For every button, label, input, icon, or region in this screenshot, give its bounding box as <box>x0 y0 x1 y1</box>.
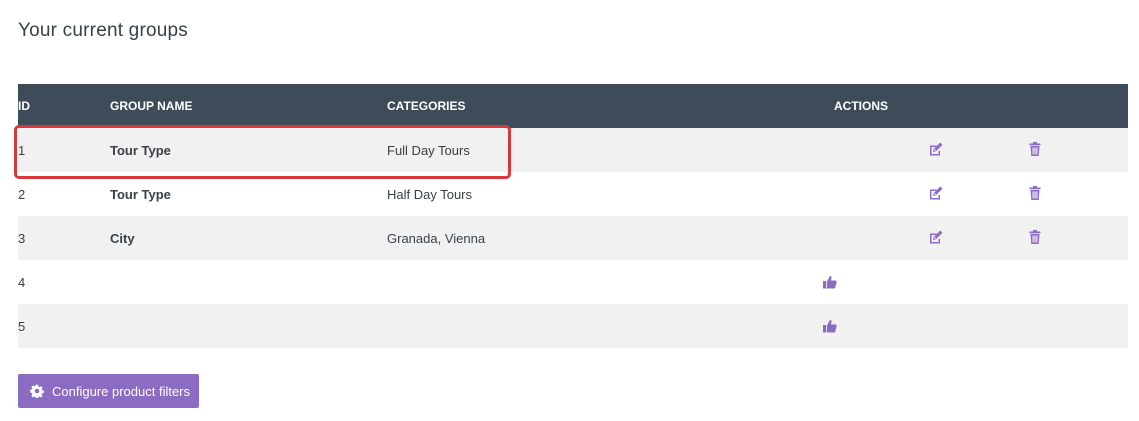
row-actions <box>834 216 1128 260</box>
header-actions: ACTIONS <box>834 99 888 113</box>
gear-icon <box>30 384 44 398</box>
row-categories <box>387 304 834 348</box>
row-group-name: Tour Type <box>110 186 171 202</box>
row-categories: Full Day Tours <box>387 142 470 158</box>
row-id: 1 <box>18 142 26 158</box>
row-categories: Granada, Vienna <box>387 230 486 246</box>
edit-icon[interactable] <box>928 229 944 245</box>
table-header-row: ID GROUP NAME CATEGORIES ACTIONS <box>18 84 1128 128</box>
row-actions <box>823 260 1128 304</box>
row-id: 2 <box>18 186 26 202</box>
row-id: 5 <box>18 318 26 334</box>
trash-icon[interactable] <box>1027 229 1043 245</box>
trash-icon[interactable] <box>1027 141 1043 157</box>
row-categories <box>387 260 834 304</box>
header-categories[interactable]: CATEGORIES <box>387 84 834 128</box>
row-group-name <box>110 304 387 348</box>
page-title: Your current groups <box>18 20 188 41</box>
thumbs-up-icon[interactable] <box>822 274 838 290</box>
table-row: 4 <box>18 260 1128 304</box>
table-row: 2 Tour Type Half Day Tours <box>18 172 1128 216</box>
row-categories: Half Day Tours <box>387 186 473 202</box>
table-row: 3 City Granada, Vienna <box>18 216 1128 260</box>
table-row: 1 Tour Type Full Day Tours <box>18 128 1128 172</box>
table-row: 5 <box>18 304 1128 348</box>
groups-table: ID GROUP NAME CATEGORIES ACTIONS 1 Tour … <box>18 84 1128 348</box>
row-actions <box>834 128 1128 172</box>
row-actions <box>834 172 1128 216</box>
edit-icon[interactable] <box>928 185 944 201</box>
header-id[interactable]: ID <box>18 84 110 128</box>
configure-button-label: Configure product filters <box>52 383 191 399</box>
edit-icon[interactable] <box>928 141 944 157</box>
header-group-name[interactable]: GROUP NAME <box>110 84 387 128</box>
row-actions <box>823 304 1128 348</box>
configure-product-filters-button[interactable]: Configure product filters <box>18 374 199 408</box>
row-group-name: Tour Type <box>110 142 171 158</box>
row-id: 3 <box>18 230 26 246</box>
trash-icon[interactable] <box>1027 185 1043 201</box>
row-group-name: City <box>110 230 135 246</box>
row-id: 4 <box>18 274 26 290</box>
thumbs-up-icon[interactable] <box>822 318 838 334</box>
row-group-name <box>110 260 387 304</box>
